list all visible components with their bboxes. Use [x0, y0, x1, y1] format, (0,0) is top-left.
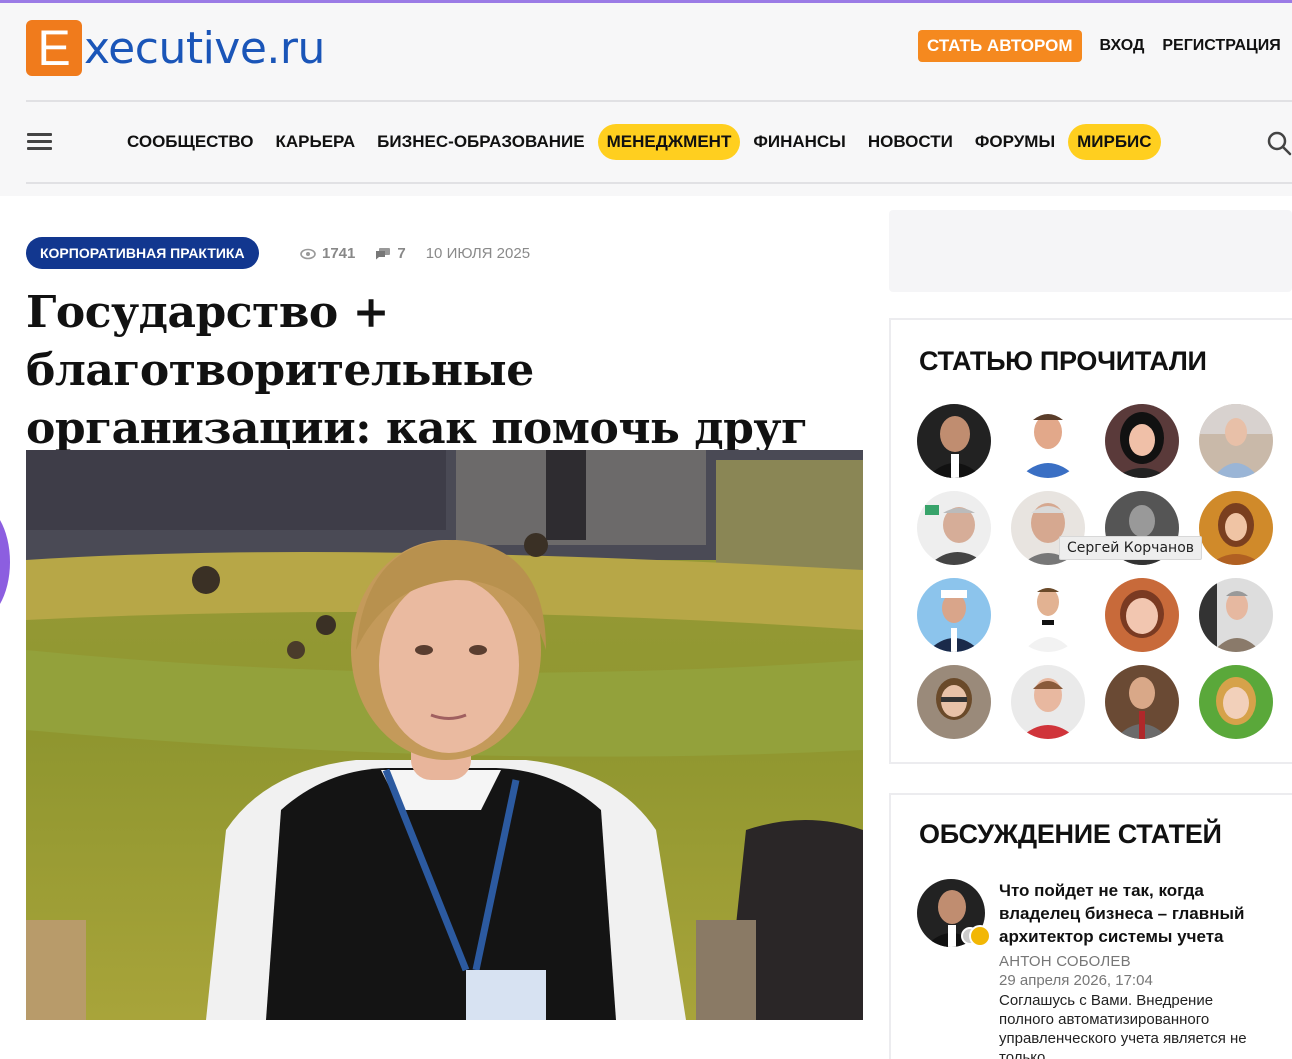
site-logo[interactable]: E xecutive.ru	[26, 20, 325, 76]
reader-avatar[interactable]	[1199, 665, 1273, 739]
readers-panel: СТАТЬЮ ПРОЧИТАЛИ Сергей Корчанов	[889, 318, 1292, 764]
logo-text: xecutive.ru	[84, 22, 325, 74]
reader-avatar[interactable]	[917, 578, 991, 652]
reader-avatar[interactable]	[917, 404, 991, 478]
nav-item-mirbis[interactable]: МИРБИС	[1068, 124, 1161, 160]
discussion-comment-text[interactable]: Соглашусь с Вами. Внедрение полного авто…	[999, 991, 1269, 1059]
reader-avatar[interactable]	[1199, 578, 1273, 652]
article-date: 10 ИЮЛЯ 2025	[425, 245, 531, 262]
main-nav: СООБЩЕСТВО КАРЬЕРА БИЗНЕС-ОБРАЗОВАНИЕ МЕ…	[118, 124, 1165, 160]
login-link[interactable]: ВХОД	[1100, 37, 1145, 55]
discussion-article-title[interactable]: Что пойдет не так, когда владелец бизнес…	[999, 879, 1289, 948]
header-divider	[26, 100, 1292, 102]
reader-avatar[interactable]	[1011, 665, 1085, 739]
article-meta: 1741 7 10 ИЮЛЯ 2025	[300, 245, 530, 262]
nav-item-management[interactable]: МЕНЕДЖМЕНТ	[597, 124, 741, 160]
comments-count[interactable]: 7	[397, 245, 405, 262]
nav-item-business-education[interactable]: БИЗНЕС-ОБРАЗОВАНИЕ	[368, 124, 593, 160]
header-actions: СТАТЬ АВТОРОМ ВХОД РЕГИСТРАЦИЯ	[918, 30, 1281, 62]
views-count: 1741	[322, 245, 356, 262]
reader-avatar[interactable]	[1011, 578, 1085, 652]
discussion-title: ОБСУЖДЕНИЕ СТАТЕЙ	[919, 819, 1222, 849]
eye-icon	[300, 248, 316, 260]
purple-side-circle	[0, 502, 10, 622]
discussion-panel: ОБСУЖДЕНИЕ СТАТЕЙ Что пойдет не так, ког…	[889, 793, 1292, 1059]
nav-divider	[26, 182, 1292, 184]
reader-avatar[interactable]	[1105, 404, 1179, 478]
ad-placeholder	[889, 210, 1292, 292]
category-badge[interactable]: КОРПОРАТИВНАЯ ПРАКТИКА	[26, 237, 259, 269]
reader-avatar[interactable]	[1011, 404, 1085, 478]
logo-letter: E	[26, 20, 82, 76]
nav-item-forums[interactable]: ФОРУМЫ	[966, 124, 1064, 160]
discussion-date: 29 апреля 2026, 17:04	[999, 972, 1153, 989]
comments-icon	[375, 247, 391, 260]
nav-item-career[interactable]: КАРЬЕРА	[267, 124, 365, 160]
reader-name-tooltip: Сергей Корчанов	[1059, 536, 1203, 560]
nav-item-news[interactable]: НОВОСТИ	[859, 124, 962, 160]
become-author-button[interactable]: СТАТЬ АВТОРОМ	[918, 30, 1082, 62]
reader-avatar[interactable]	[1199, 404, 1273, 478]
reader-avatar[interactable]	[917, 665, 991, 739]
article-photo	[26, 450, 863, 1020]
reader-avatar[interactable]	[1105, 665, 1179, 739]
reader-avatar[interactable]	[917, 491, 991, 565]
commenter-status-badge	[969, 925, 991, 947]
nav-item-finance[interactable]: ФИНАНСЫ	[744, 124, 854, 160]
nav-item-community[interactable]: СООБЩЕСТВО	[118, 124, 263, 160]
discussion-author[interactable]: АНТОН СОБОЛЕВ	[999, 953, 1131, 970]
hamburger-menu-icon[interactable]	[27, 133, 52, 151]
search-icon[interactable]	[1266, 130, 1292, 156]
reader-avatar[interactable]	[1199, 491, 1273, 565]
register-link[interactable]: РЕГИСТРАЦИЯ	[1162, 37, 1280, 55]
readers-title: СТАТЬЮ ПРОЧИТАЛИ	[919, 346, 1207, 376]
reader-avatar[interactable]	[1105, 578, 1179, 652]
